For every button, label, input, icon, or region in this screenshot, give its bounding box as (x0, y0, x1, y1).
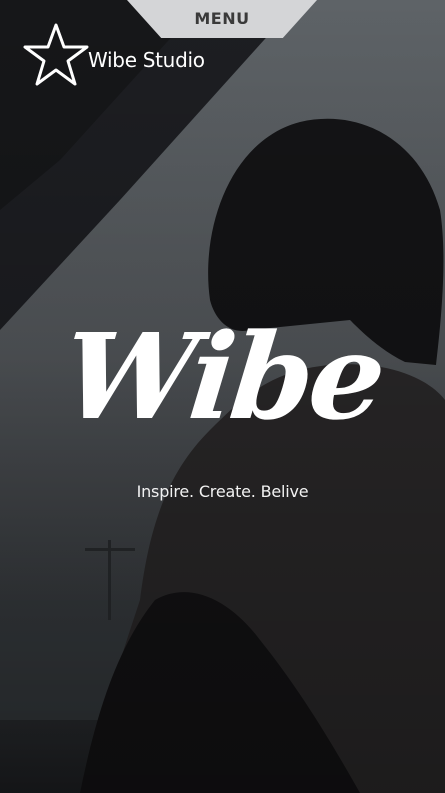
brand-logo-link[interactable]: Wibe Studio (22, 22, 205, 88)
brand-name: Wibe Studio (88, 48, 205, 72)
hero-headline: Wibe (56, 307, 389, 446)
hero-tagline: Inspire. Create. Belive (136, 482, 309, 501)
star-outline-icon (23, 23, 89, 86)
